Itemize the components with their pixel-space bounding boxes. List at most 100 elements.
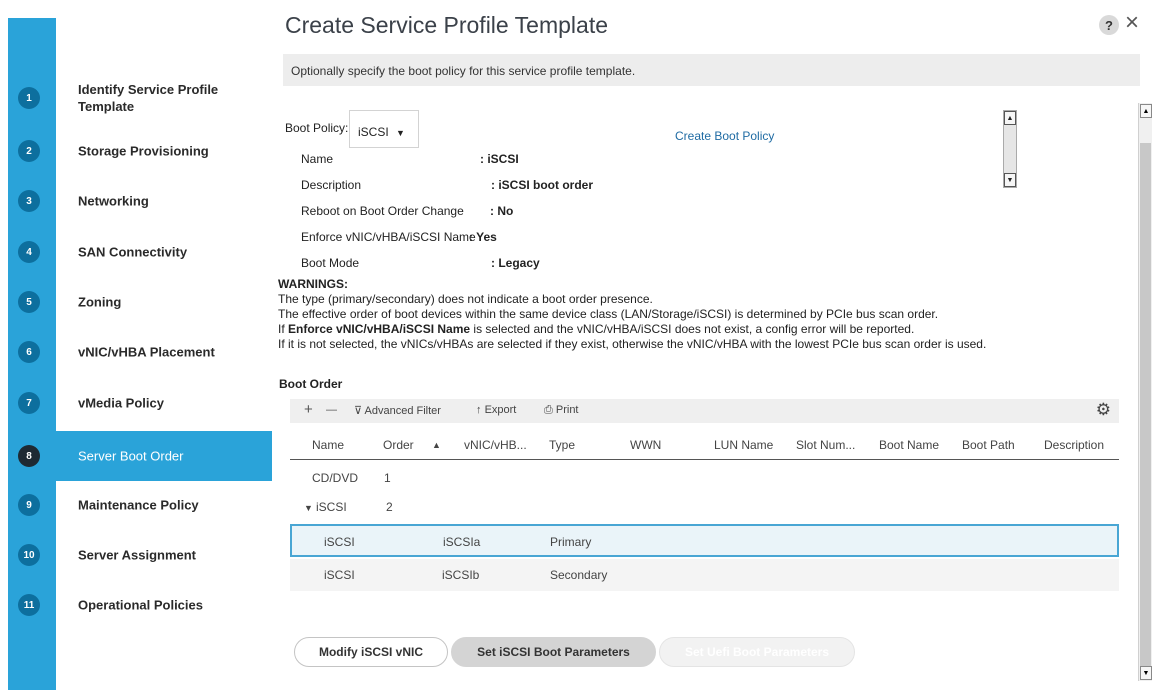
step-storage[interactable]: 2 Storage Provisioning xyxy=(8,126,272,176)
prop-value: : Yes xyxy=(469,230,497,244)
col-lun-name[interactable]: LUN Name xyxy=(714,438,773,452)
scroll-thumb[interactable] xyxy=(1140,143,1151,667)
cell-order: 2 xyxy=(386,500,393,514)
col-order[interactable]: Order xyxy=(383,438,414,452)
table-row[interactable]: ▼ iSCSI 2 xyxy=(290,491,1119,523)
warning-line: The type (primary/secondary) does not in… xyxy=(278,292,653,306)
boot-policy-value: iSCSI xyxy=(358,125,389,139)
step-number: 4 xyxy=(18,241,40,263)
step-label: Zoning xyxy=(78,294,122,310)
step-label: SAN Connectivity xyxy=(78,244,188,260)
cell-type: Primary xyxy=(550,535,592,549)
close-icon[interactable]: × xyxy=(1125,10,1139,36)
step-number: 8 xyxy=(18,445,40,467)
create-boot-policy-link[interactable]: Create Boot Policy xyxy=(675,129,774,143)
col-description[interactable]: Description xyxy=(1044,438,1104,452)
boot-policy-label: Boot Policy: xyxy=(285,121,349,135)
warning-line: If Enforce vNIC/vHBA/iSCSI Name is selec… xyxy=(278,322,1128,337)
prop-reboot: Reboot on Boot Order Change : No xyxy=(301,204,513,218)
print-icon: ⎙ xyxy=(544,404,553,416)
step-number: 7 xyxy=(18,392,40,414)
cell-name: iSCSI xyxy=(316,500,347,514)
remove-icon[interactable]: — xyxy=(326,404,337,416)
prop-key: Description xyxy=(301,178,362,192)
step-vmedia[interactable]: 7 vMedia Policy xyxy=(8,378,272,428)
warnings-block: WARNINGS: The type (primary/secondary) d… xyxy=(278,277,1128,352)
prop-value: : Legacy xyxy=(491,256,540,270)
modify-iscsi-vnic-button[interactable]: Modify iSCSI vNIC xyxy=(294,637,448,667)
step-number: 1 xyxy=(18,87,40,109)
instruction-bar: Optionally specify the boot policy for t… xyxy=(283,54,1140,86)
step-label: Identify Service Profile Template xyxy=(78,82,219,114)
step-label: vMedia Policy xyxy=(78,395,164,411)
table-header: Name Order ▲ vNIC/vHB... Type WWN LUN Na… xyxy=(290,428,1119,460)
cell-vnic: iSCSIa xyxy=(443,535,481,549)
cell-name: iSCSI xyxy=(324,568,355,582)
filter-label: Advanced Filter xyxy=(364,405,441,417)
col-boot-path[interactable]: Boot Path xyxy=(962,438,1015,452)
col-name[interactable]: Name xyxy=(312,438,344,452)
col-boot-name[interactable]: Boot Name xyxy=(879,438,939,452)
step-label: Server Boot Order xyxy=(78,448,184,464)
step-boot-order[interactable]: 8 Server Boot Order xyxy=(8,431,272,481)
details-scrollbar[interactable]: ▲ ▼ xyxy=(1003,110,1017,188)
table-row[interactable]: CD/DVD 1 xyxy=(290,462,1119,494)
prop-value: : No xyxy=(490,204,514,218)
prop-description: Description : iSCSI boot order xyxy=(301,178,593,192)
print-label: Print xyxy=(555,404,579,416)
advanced-filter-button[interactable]: ⊽ Advanced Filter xyxy=(354,404,441,417)
main-scrollbar[interactable]: ▲ ▼ xyxy=(1138,103,1152,681)
step-assignment[interactable]: 10 Server Assignment xyxy=(8,530,272,580)
step-label: Operational Policies xyxy=(78,597,203,613)
step-placement[interactable]: 6 vNIC/vHBA Placement xyxy=(8,327,272,377)
expand-icon[interactable]: ▼ xyxy=(304,503,313,513)
export-button[interactable]: ↑ Export xyxy=(476,404,516,416)
filter-icon: ⊽ xyxy=(354,405,363,417)
col-slot-num[interactable]: Slot Num... xyxy=(796,438,855,452)
step-number: 9 xyxy=(18,494,40,516)
prop-key: Enforce vNIC/vHBA/iSCSI Name xyxy=(301,230,476,244)
step-number: 10 xyxy=(18,544,40,566)
col-vnic[interactable]: vNIC/vHB... xyxy=(464,438,527,452)
step-zoning[interactable]: 5 Zoning xyxy=(8,277,272,327)
step-maintenance[interactable]: 9 Maintenance Policy xyxy=(8,480,272,530)
step-networking[interactable]: 3 Networking xyxy=(8,176,272,226)
prop-key: Reboot on Boot Order Change xyxy=(301,204,464,218)
help-icon[interactable]: ? xyxy=(1099,15,1119,35)
prop-enforce: Enforce vNIC/vHBA/iSCSI Name : Yes xyxy=(301,230,497,244)
boot-order-title: Boot Order xyxy=(279,377,343,391)
step-identify[interactable]: 1 Identify Service Profile Template xyxy=(8,73,272,123)
set-uefi-boot-parameters-button: Set Uefi Boot Parameters xyxy=(659,637,855,667)
warnings-heading: WARNINGS: xyxy=(278,277,348,291)
export-icon: ↑ xyxy=(476,404,482,416)
scroll-down-icon[interactable]: ▼ xyxy=(1004,173,1016,187)
step-san[interactable]: 4 SAN Connectivity xyxy=(8,227,272,277)
set-iscsi-boot-parameters-button[interactable]: Set iSCSI Boot Parameters xyxy=(451,637,656,667)
table-row-selected[interactable]: iSCSI iSCSIa Primary xyxy=(290,524,1119,557)
cell-type: Secondary xyxy=(550,568,608,582)
warning-text: is selected and the vNIC/vHBA/iSCSI does… xyxy=(470,322,915,336)
step-number: 6 xyxy=(18,341,40,363)
col-type[interactable]: Type xyxy=(549,438,575,452)
sort-asc-icon[interactable]: ▲ xyxy=(432,440,441,450)
boot-order-toolbar: + — ⊽ Advanced Filter ↑ Export ⎙ Print ⚙ xyxy=(290,399,1119,423)
warning-emphasis: Enforce vNIC/vHBA/iSCSI Name xyxy=(288,322,471,336)
add-icon[interactable]: + xyxy=(304,401,313,418)
boot-policy-select[interactable]: iSCSI ▼ xyxy=(349,110,419,148)
wizard-sidebar: 1 Identify Service Profile Template 2 St… xyxy=(0,0,272,690)
warning-text: If xyxy=(278,322,289,336)
cell-name: CD/DVD xyxy=(312,471,359,485)
step-number: 5 xyxy=(18,291,40,313)
col-wwn[interactable]: WWN xyxy=(630,438,661,452)
print-button[interactable]: ⎙ Print xyxy=(544,404,579,417)
cell-name: iSCSI xyxy=(324,535,355,549)
scroll-up-icon[interactable]: ▲ xyxy=(1140,104,1152,118)
step-label: Storage Provisioning xyxy=(78,143,209,159)
table-row[interactable]: iSCSI iSCSIb Secondary xyxy=(290,559,1119,591)
step-operational[interactable]: 11 Operational Policies xyxy=(8,580,272,630)
scroll-down-icon[interactable]: ▼ xyxy=(1140,666,1152,680)
prop-value: : iSCSI xyxy=(480,152,519,166)
scroll-up-icon[interactable]: ▲ xyxy=(1004,111,1016,125)
step-number: 11 xyxy=(18,594,40,616)
gear-icon[interactable]: ⚙ xyxy=(1096,400,1111,420)
